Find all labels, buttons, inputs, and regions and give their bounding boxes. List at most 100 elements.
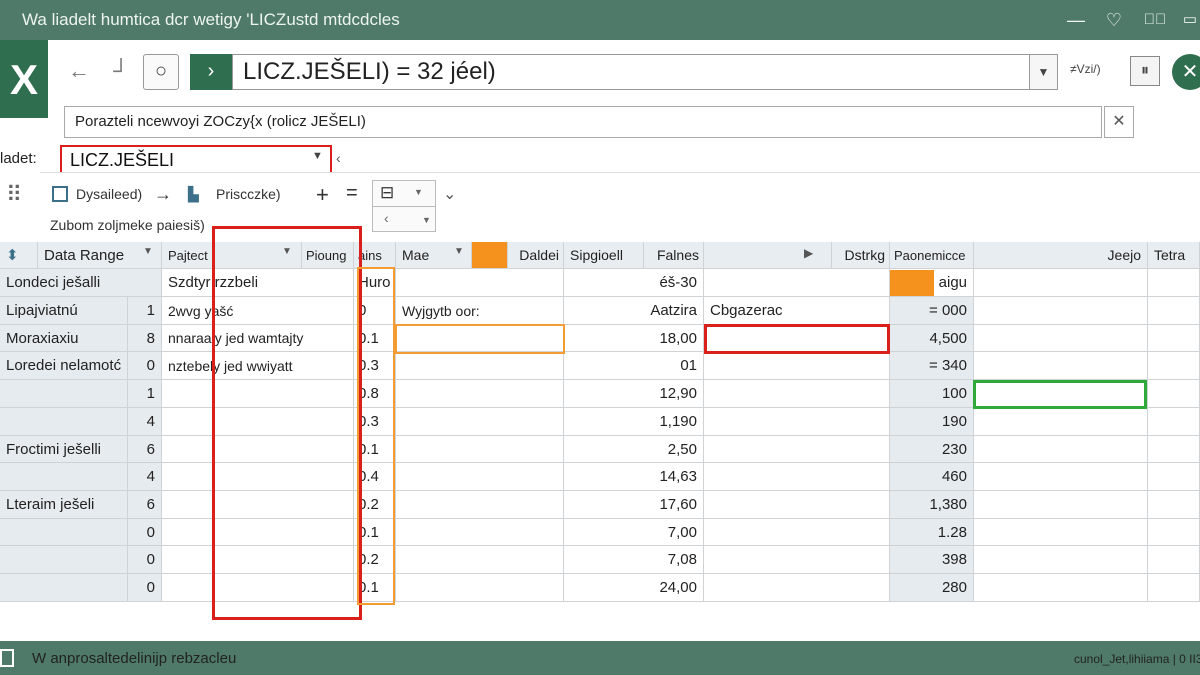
row-empty-a[interactable] [974, 463, 1148, 491]
row-amount[interactable]: 12,90 [564, 380, 704, 408]
column-header-daldei[interactable]: Daldei [508, 242, 564, 269]
collapse-chevron-icon[interactable]: ‹ [336, 150, 341, 166]
row-ratio[interactable]: 0 [354, 297, 396, 325]
subheader-londeci[interactable]: Londeci ješalli [0, 269, 162, 297]
orange-header-cell[interactable] [472, 242, 508, 269]
refresh-circle-button[interactable]: ○ [143, 54, 179, 90]
row-description[interactable] [162, 546, 354, 574]
row-ratio[interactable]: 0.3 [354, 408, 396, 436]
row-note[interactable] [704, 325, 890, 352]
row-number[interactable]: 6 [128, 491, 162, 519]
pause-button[interactable]: ⏸ [1130, 56, 1160, 86]
row-text[interactable] [396, 546, 564, 574]
row-number[interactable]: 0 [128, 352, 162, 380]
row-number[interactable]: 0 [128, 546, 162, 574]
ribbon-grip-icon[interactable]: ⠿ [0, 182, 28, 216]
row-text[interactable] [396, 491, 564, 519]
formula-input[interactable]: LICZ.JEŠELI) = 32 jéel) [232, 54, 1030, 90]
subheader-blank-2[interactable] [704, 269, 890, 297]
close-circle-button[interactable]: ✕ [1172, 54, 1200, 90]
row-note[interactable] [704, 408, 890, 436]
row-text[interactable] [396, 408, 564, 436]
row-description[interactable] [162, 574, 354, 602]
column-header-pioung[interactable]: Pioung [302, 242, 354, 269]
row-total[interactable]: = 000 [890, 297, 974, 325]
row-note[interactable] [704, 546, 890, 574]
row-amount[interactable]: 7,00 [564, 519, 704, 546]
row-ratio[interactable]: 0.2 [354, 491, 396, 519]
row-label[interactable] [0, 463, 128, 491]
row-ratio[interactable]: 0.1 [354, 574, 396, 602]
row-empty-a[interactable] [974, 491, 1148, 519]
back-arrow-icon[interactable]: ← [66, 58, 92, 84]
row-total[interactable]: 280 [890, 574, 974, 602]
row-empty-b[interactable] [1148, 574, 1200, 602]
row-ratio[interactable]: 0.1 [354, 436, 396, 463]
sheet-icon[interactable] [0, 649, 14, 667]
row-description[interactable] [162, 491, 354, 519]
row-label[interactable]: Moraxiaxiu [0, 325, 128, 352]
row-empty-a[interactable] [974, 546, 1148, 574]
row-number[interactable]: 4 [128, 463, 162, 491]
column-header-falnes[interactable]: Falnes [644, 242, 704, 269]
row-empty-b[interactable] [1148, 352, 1200, 380]
row-number[interactable]: 0 [128, 574, 162, 602]
row-ratio[interactable]: 0.1 [354, 519, 396, 546]
forward-icon[interactable]: ┘ [108, 58, 134, 84]
row-label[interactable] [0, 408, 128, 436]
column-header-paonemicce[interactable]: Paonemicce [890, 242, 974, 269]
row-label[interactable] [0, 574, 128, 602]
group-right-chevron-down-icon[interactable]: ▼ [422, 215, 431, 225]
row-amount[interactable]: 14,63 [564, 463, 704, 491]
row-amount[interactable]: 17,60 [564, 491, 704, 519]
row-text[interactable] [396, 436, 564, 463]
row-description[interactable]: nnaraaly jed wamtajty [162, 325, 354, 352]
row-ratio[interactable]: 0.2 [354, 546, 396, 574]
function-select-chevron-down-icon[interactable]: ▼ [312, 150, 323, 162]
equals-icon[interactable]: = [346, 182, 358, 205]
subheader-szdtyr[interactable]: Szdtyr rzzbeli [162, 269, 354, 297]
row-description[interactable] [162, 436, 354, 463]
formula-dropdown-button[interactable]: ▼ [1030, 54, 1058, 90]
row-text[interactable] [396, 574, 564, 602]
row-empty-b[interactable] [1148, 325, 1200, 352]
row-total[interactable]: 460 [890, 463, 974, 491]
row-empty-a[interactable] [974, 436, 1148, 463]
row-amount[interactable]: 01 [564, 352, 704, 380]
column-header-pajtect[interactable]: Pajtect [162, 242, 302, 269]
row-text[interactable] [396, 325, 564, 352]
row-note[interactable] [704, 380, 890, 408]
row-empty-b[interactable] [1148, 380, 1200, 408]
maximize-button[interactable]: ▭ [1176, 8, 1200, 32]
row-description[interactable] [162, 380, 354, 408]
row-note[interactable] [704, 491, 890, 519]
row-total[interactable]: 398 [890, 546, 974, 574]
row-amount[interactable]: Aatzira [564, 297, 704, 325]
row-description[interactable]: nztebely jed wwiyatt [162, 352, 354, 380]
function-select[interactable]: LICZ.JEŠELI [60, 145, 332, 175]
pajtect-chevron-down-icon[interactable]: ▼ [282, 246, 292, 257]
subheader-value[interactable]: éš-30 [564, 269, 704, 297]
row-description[interactable] [162, 519, 354, 546]
data-range-chevron-down-icon[interactable]: ▼ [143, 246, 153, 257]
sort-icon[interactable]: ⬍ [0, 242, 38, 269]
go-arrow-button[interactable]: › [190, 54, 232, 90]
row-note[interactable] [704, 519, 890, 546]
row-label[interactable]: Froctimi ješelli [0, 436, 128, 463]
row-empty-b[interactable] [1148, 436, 1200, 463]
row-number[interactable]: 4 [128, 408, 162, 436]
row-empty-a[interactable] [974, 380, 1148, 408]
plus-icon[interactable]: + [316, 182, 329, 208]
arrow-right-icon[interactable]: → [154, 184, 172, 205]
row-text[interactable] [396, 380, 564, 408]
ribbon-item-dysaileed[interactable]: Dysaileed) [76, 186, 142, 202]
row-amount[interactable]: 7,08 [564, 546, 704, 574]
row-number[interactable]: 1 [128, 380, 162, 408]
row-ratio[interactable]: 0.3 [354, 352, 396, 380]
row-note[interactable] [704, 574, 890, 602]
row-label[interactable]: Loredei nelamotć [0, 352, 128, 380]
table-icon[interactable]: ⊟ [380, 183, 394, 203]
row-total[interactable]: 230 [890, 436, 974, 463]
row-number[interactable]: 0 [128, 519, 162, 546]
row-description[interactable]: 2wvg yašć [162, 297, 354, 325]
